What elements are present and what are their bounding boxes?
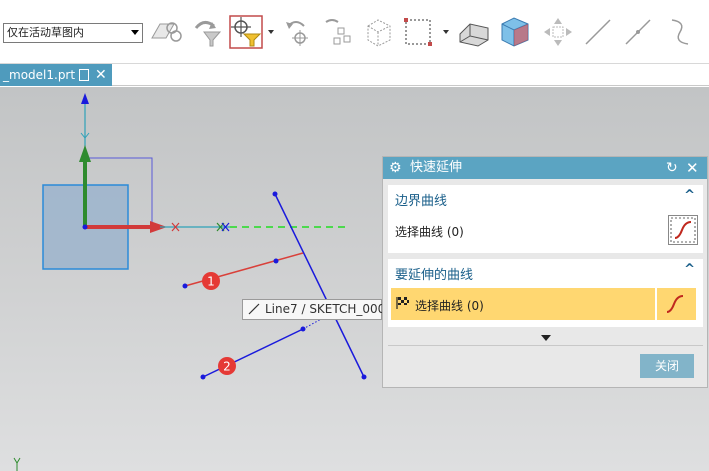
main-toolbar: 仅在活动草图内 [0, 0, 709, 64]
move-arrows-icon[interactable] [540, 14, 576, 50]
filter-reset-icon[interactable] [190, 14, 226, 50]
cube-wireframe-icon[interactable] [360, 14, 396, 50]
section-header[interactable]: 要延伸的曲线 [395, 264, 473, 283]
tooltip-text: Line7 / SKETCH_000 [265, 302, 386, 316]
tab-model1[interactable]: _model1.prt ✕ [0, 64, 112, 86]
quick-extend-dialog: ⚙ 快速延伸 ↻ ✕ 边界曲线 ^ 选择曲线 (0) 要延伸的曲线 ^ 选择曲线… [382, 156, 708, 388]
line-1-endpoint[interactable] [182, 283, 188, 289]
row-divider [655, 288, 657, 320]
line-2-endpoint[interactable] [300, 326, 306, 332]
snap-filter-icon[interactable] [228, 14, 264, 50]
gear-icon[interactable]: ⚙ [389, 157, 402, 179]
tab-label: _model1.prt [3, 68, 76, 82]
reset-icon[interactable]: ↻ [666, 157, 678, 179]
marker-2-label: 2 [223, 360, 231, 374]
select-curve-label: 选择曲线 (0) [415, 299, 484, 313]
marker-1-label: 1 [207, 275, 215, 289]
boundary-line-endpoint[interactable] [361, 374, 367, 380]
line-icon[interactable] [580, 14, 616, 50]
dialog-separator [388, 345, 703, 346]
line-point-icon[interactable] [620, 14, 656, 50]
boundary-curve-section: 边界曲线 ^ 选择曲线 (0) [388, 185, 703, 253]
selection-filter-value: 仅在活动草图内 [7, 26, 84, 39]
dialog-title: 快速延伸 [410, 160, 463, 175]
line-2[interactable] [202, 328, 304, 378]
checkered-flag-icon [396, 297, 409, 309]
boundary-line-endpoint[interactable] [272, 191, 278, 197]
curve-icon [670, 217, 696, 243]
line-2-endpoint[interactable] [200, 374, 206, 380]
close-icon[interactable]: ✕ [686, 157, 699, 179]
view-triad-icon [13, 457, 21, 471]
rectangle-select-icon[interactable] [400, 14, 436, 50]
select-curve-row-active[interactable]: 选择曲线 (0) [391, 288, 696, 320]
boundary-line[interactable] [274, 193, 365, 378]
selection-tooltip: Line7 / SKETCH_000 [242, 299, 386, 320]
y-axis-arrow-icon [79, 145, 91, 162]
sketch-plane-icon[interactable] [148, 14, 184, 50]
undo-snap-icon[interactable] [280, 14, 316, 50]
document-tab-bar: _model1.prt ✕ [0, 64, 709, 86]
line-1-endpoint[interactable] [273, 258, 279, 264]
solid-cube-icon[interactable] [496, 14, 532, 50]
chevron-up-icon[interactable]: ^ [684, 188, 695, 203]
tab-close-icon[interactable]: ✕ [95, 64, 107, 86]
extend-curve-section: 要延伸的曲线 ^ 选择曲线 (0) [388, 259, 703, 327]
document-icon [79, 69, 89, 81]
chevron-down-icon [131, 30, 139, 35]
assembly-icon[interactable] [320, 14, 356, 50]
chevron-up-icon[interactable]: ^ [684, 262, 695, 277]
section-header[interactable]: 边界曲线 [395, 190, 447, 209]
line-icon [248, 303, 260, 315]
dialog-title-bar[interactable]: ⚙ 快速延伸 ↻ ✕ [383, 157, 707, 179]
selection-filter-dropdown[interactable]: 仅在活动草图内 [3, 23, 143, 43]
chevron-down-icon[interactable] [443, 30, 449, 34]
eraser-shape-icon[interactable] [456, 14, 492, 50]
chevron-down-icon[interactable] [268, 30, 274, 34]
close-button[interactable]: 关闭 [640, 354, 694, 378]
z-axis-arrow-icon [81, 93, 89, 104]
select-curve-button[interactable] [668, 215, 698, 245]
curve-icon[interactable] [661, 290, 689, 318]
curve-icon[interactable] [662, 14, 698, 50]
select-curve-label: 选择曲线 (0) [395, 225, 464, 239]
more-options-chevron-icon[interactable] [541, 335, 551, 341]
origin-point[interactable] [82, 224, 88, 230]
